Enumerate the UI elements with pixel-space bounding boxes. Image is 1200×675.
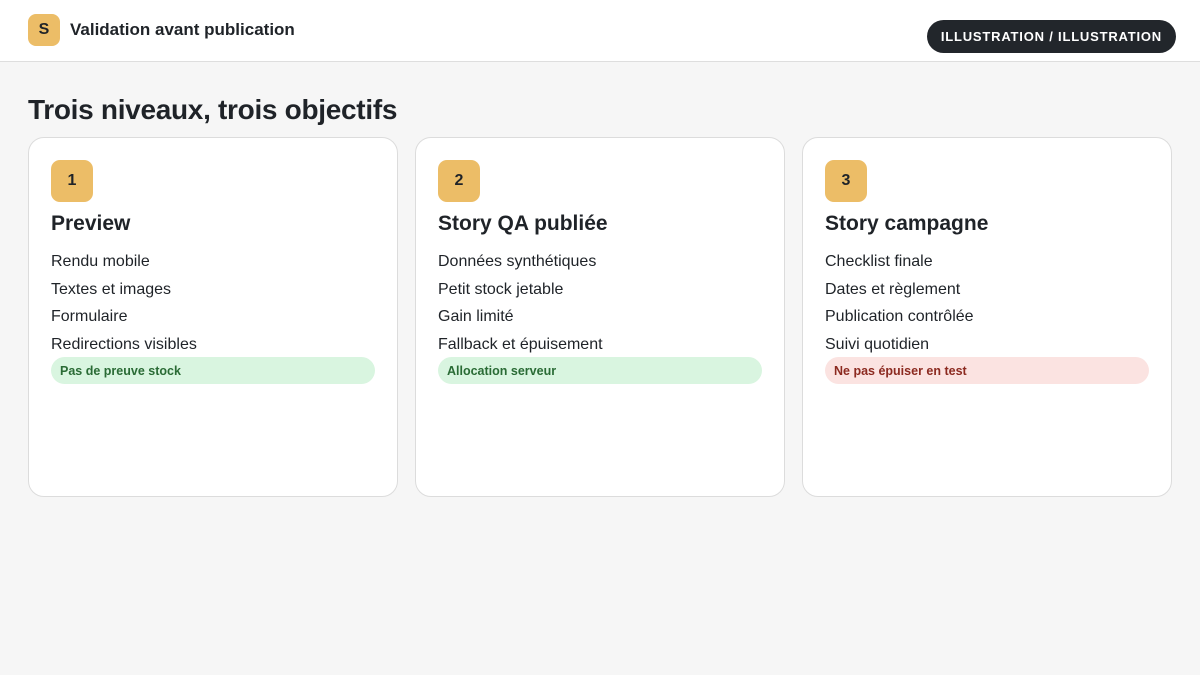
level-number-badge: 2 [438, 160, 480, 202]
illustration-pill: ILLUSTRATION / ILLUSTRATION [926, 20, 1176, 53]
list-item: Petit stock jetable [438, 280, 564, 298]
list-item: Suivi quotidien [825, 335, 930, 353]
status-badge: Allocation serveur [438, 357, 762, 384]
list-item: Formulaire [51, 308, 128, 325]
card-title: Story campagne [825, 212, 989, 235]
list-item: Rendu mobile [51, 253, 150, 270]
list-item: Gain limité [438, 308, 514, 325]
top-bar: S Validation avant publication ILLUSTRAT… [0, 0, 1200, 62]
list-item: Fallback et épuisement [438, 335, 603, 353]
list-item: Redirections visibles [51, 335, 197, 353]
app-logo: S [28, 14, 60, 46]
level-card-preview: 1 Preview Rendu mobile Textes et images … [28, 137, 398, 497]
list-item: Données synthétiques [438, 253, 597, 270]
level-number-badge: 1 [51, 160, 93, 202]
list-item: Publication contrôlée [825, 308, 974, 325]
level-card-story-campagne: 3 Story campagne Checklist finale Dates … [802, 137, 1172, 497]
objective-list: Checklist finale Dates et règlement Publ… [825, 248, 974, 358]
list-item: Textes et images [51, 280, 172, 298]
list-item: Checklist finale [825, 253, 933, 270]
level-number-badge: 3 [825, 160, 867, 202]
list-item: Dates et règlement [825, 280, 961, 298]
level-card-story-qa: 2 Story QA publiée Données synthétiques … [415, 137, 785, 497]
app-title: Validation avant publication [70, 20, 295, 39]
objective-list: Données synthétiques Petit stock jetable… [438, 248, 603, 358]
status-badge: Pas de preuve stock [51, 357, 375, 384]
card-grid: 1 Preview Rendu mobile Textes et images … [28, 137, 1172, 497]
card-title: Preview [51, 212, 131, 235]
page-title: Trois niveaux, trois objectifs [28, 94, 398, 125]
card-title: Story QA publiée [438, 212, 608, 235]
objective-list: Rendu mobile Textes et images Formulaire… [51, 248, 197, 358]
status-badge: Ne pas épuiser en test [825, 357, 1149, 384]
